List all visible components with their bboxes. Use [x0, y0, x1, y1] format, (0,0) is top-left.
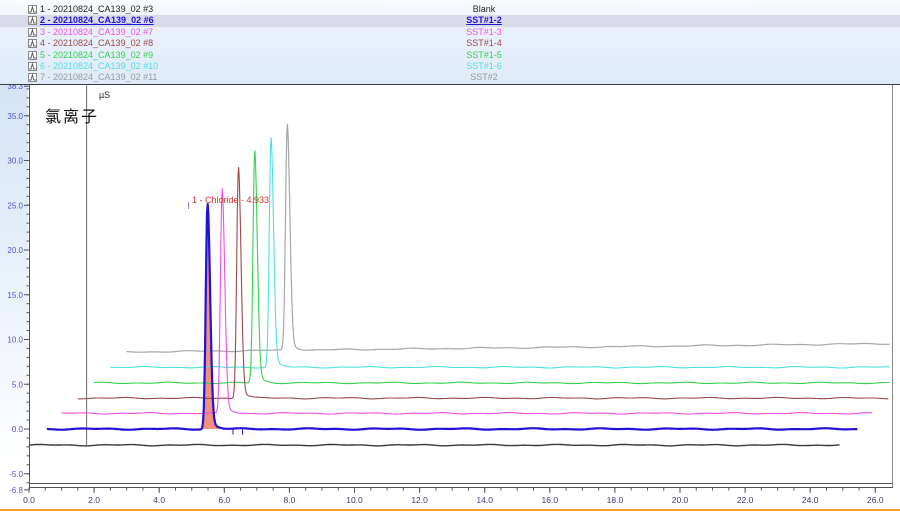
chromatogram-icon — [28, 16, 37, 25]
legend-injection-name: 7 - 20210824_CA139_02 #11 — [40, 72, 157, 83]
y-tick-label: 30.0 — [7, 157, 23, 166]
y-tick-label: 0.0 — [12, 425, 24, 434]
legend-row-6[interactable]: 6 - 20210824_CA139_02 #10 SST#1-6 — [0, 61, 900, 72]
legend-injection-name: 6 - 20210824_CA139_02 #10 — [40, 61, 158, 72]
legend-injection-name: 1 - 20210824_CA139_02 #3 — [40, 4, 153, 15]
legend-sample-name: SST#1-3 — [384, 27, 584, 38]
legend-sample-name: SST#1-5 — [384, 50, 584, 61]
chromatogram-icon — [28, 62, 37, 71]
x-tick-label: 4.0 — [153, 495, 165, 505]
legend-row-1[interactable]: 1 - 20210824_CA139_02 #3 Blank — [0, 4, 900, 15]
injection-legend: 1 - 20210824_CA139_02 #3Blank2 - 2021082… — [0, 0, 900, 85]
y-tick-label: 10.0 — [7, 336, 23, 345]
legend-sample-name: Blank — [384, 4, 584, 15]
x-tick-label: 14.0 — [476, 495, 493, 505]
legend-row-5[interactable]: 5 - 20210824_CA139_02 #9 SST#1-5 — [0, 50, 900, 61]
trace-sst-1-6[interactable] — [110, 138, 889, 368]
x-tick-label: 10.0 — [346, 495, 363, 505]
x-tick-label: 22.0 — [737, 495, 754, 505]
chromatogram-icon — [28, 28, 37, 37]
chromatogram-icon — [28, 39, 37, 48]
pane-focus-rule — [0, 509, 900, 511]
chromatogram-icon — [28, 51, 37, 60]
x-tick-label: 24.0 — [802, 495, 819, 505]
x-tick-label: 6.0 — [218, 495, 230, 505]
legend-sample-name: SST#2 — [384, 72, 584, 83]
trace-blank[interactable] — [29, 444, 840, 446]
x-tick-label: 16.0 — [542, 495, 559, 505]
legend-injection-name: 3 - 20210824_CA139_02 #7 — [40, 27, 153, 38]
chart-title: 氯离子 — [45, 103, 99, 127]
trace-sst-1-5[interactable] — [94, 151, 890, 384]
legend-row-2[interactable]: 2 - 20210824_CA139_02 #6 SST#1-2 — [0, 15, 900, 26]
y-tick-label: 15.0 — [7, 291, 23, 300]
peak-annotation: 1 - Chloride - 4.933 — [192, 195, 269, 205]
y-tick-label: -6.8 — [9, 486, 23, 495]
legend-row-4[interactable]: 4 - 20210824_CA139_02 #8 SST#1-4 — [0, 38, 900, 49]
y-tick-label: 20.0 — [7, 246, 23, 255]
x-tick-label: 18.0 — [607, 495, 624, 505]
chromatogram-icon — [28, 73, 37, 82]
x-tick-label: 0.0 — [23, 495, 35, 505]
legend-sample-name: SST#1-6 — [384, 61, 584, 72]
legend-sample-name: SST#1-4 — [384, 38, 584, 49]
legend-row-3[interactable]: 3 - 20210824_CA139_02 #7 SST#1-3 — [0, 27, 900, 38]
y-tick-label: 35.0 — [7, 112, 23, 121]
x-tick-label: 8.0 — [283, 495, 295, 505]
legend-sample-name: SST#1-2 — [384, 15, 584, 26]
y-tick-label: -5.0 — [9, 470, 23, 479]
legend-injection-name: 5 - 20210824_CA139_02 #9 — [40, 50, 153, 61]
trace-sst-1-3[interactable] — [62, 189, 873, 414]
x-tick-label: 20.0 — [672, 495, 689, 505]
x-tick-label: 26.0 — [867, 495, 884, 505]
legend-row-7[interactable]: 7 - 20210824_CA139_02 #11 SST#2 — [0, 72, 900, 83]
y-tick-label: 25.0 — [7, 201, 23, 210]
x-tick-label: 2.0 — [88, 495, 100, 505]
y-tick-label: 5.0 — [12, 380, 24, 389]
trace-sst-1-2[interactable] — [47, 204, 858, 430]
chromatogram-icon — [28, 5, 37, 14]
y-axis-unit: µS — [99, 90, 110, 100]
legend-injection-name: 2 - 20210824_CA139_02 #6 — [40, 15, 154, 26]
legend-injection-name: 4 - 20210824_CA139_02 #8 — [40, 38, 153, 49]
chromatogram-window: 1 - 20210824_CA139_02 #3Blank2 - 2021082… — [0, 0, 900, 517]
x-tick-label: 12.0 — [411, 495, 428, 505]
